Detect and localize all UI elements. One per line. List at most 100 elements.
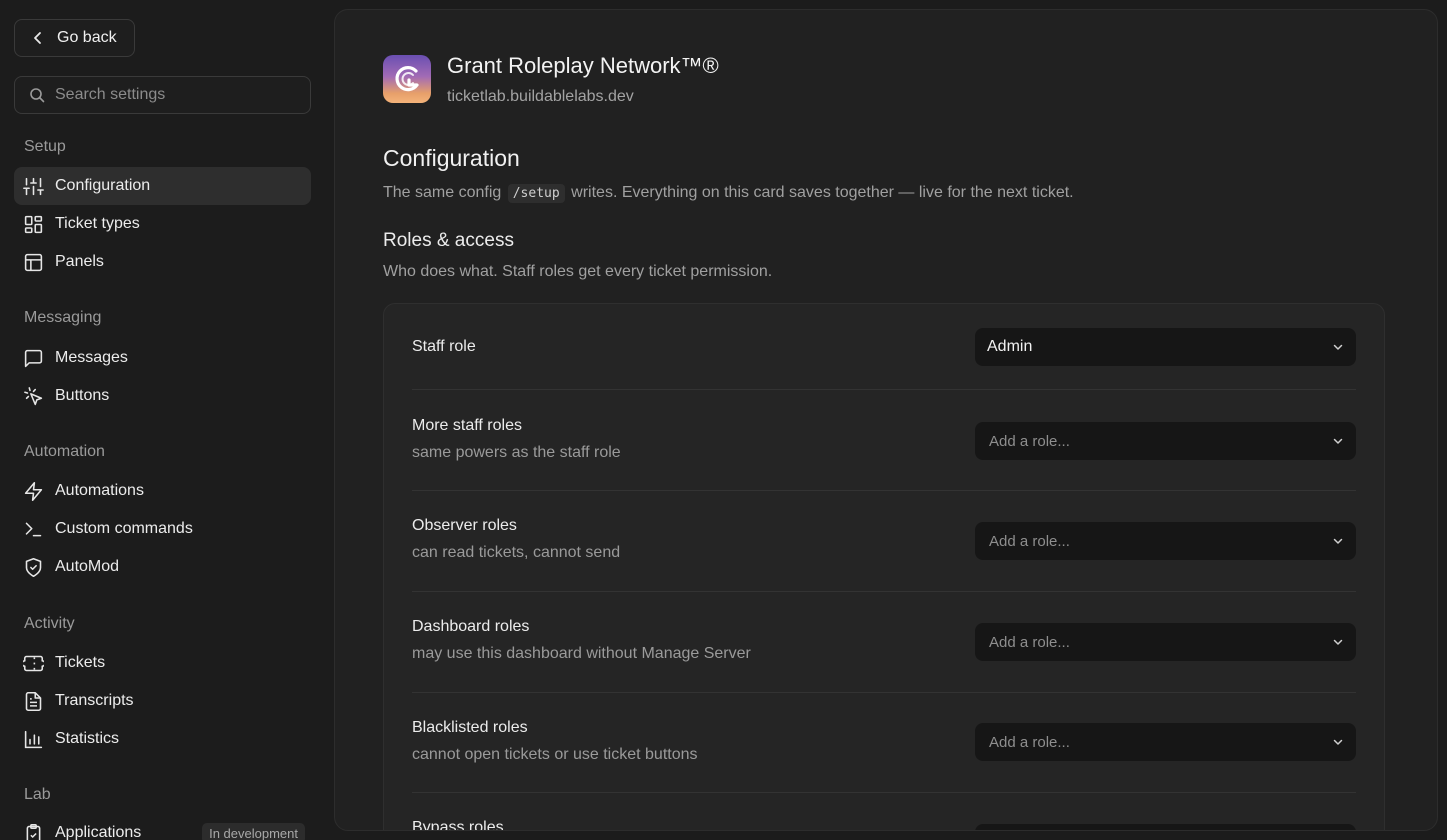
- section-lab: Lab: [24, 786, 51, 803]
- select-placeholder: Add a role...: [989, 633, 1070, 651]
- row-subtitle: cannot open tickets or use ticket button…: [412, 746, 698, 763]
- sidebar: Go back Setup Configuration Ticket types…: [0, 0, 326, 840]
- section-messaging: Messaging: [24, 309, 102, 326]
- divider: [412, 490, 1356, 491]
- sidebar-item-panels[interactable]: Panels: [14, 243, 311, 281]
- desc-text-before: The same config: [383, 184, 502, 201]
- divider: [412, 591, 1356, 592]
- sidebar-item-statistics[interactable]: Statistics: [14, 720, 311, 758]
- blacklisted-roles-select[interactable]: Add a role...: [975, 723, 1356, 761]
- row-title: More staff roles: [412, 417, 522, 434]
- observer-roles-select[interactable]: Add a role...: [975, 522, 1356, 560]
- row-title: Bypass roles: [412, 819, 504, 831]
- sidebar-item-label: Buttons: [55, 387, 110, 404]
- panels-icon: [24, 253, 43, 271]
- sidebar-item-messages[interactable]: Messages: [14, 339, 311, 377]
- row-title: Staff role: [412, 338, 476, 355]
- observer-roles-row: Observer roles can read tickets, cannot …: [412, 517, 1356, 567]
- layout-dashboard-icon: [24, 215, 43, 233]
- sidebar-item-label: Ticket types: [55, 215, 140, 232]
- divider: [412, 389, 1356, 390]
- row-subtitle: can read tickets, cannot send: [412, 544, 621, 561]
- sidebar-item-tickets[interactable]: Tickets: [14, 644, 311, 682]
- app: Go back Setup Configuration Ticket types…: [0, 0, 1447, 840]
- zap-icon: [24, 481, 43, 501]
- chevron-down-icon: [1333, 639, 1343, 645]
- sidebar-item-label: Tickets: [55, 654, 106, 671]
- roles-card: Staff role Admin More staff roles same p…: [383, 303, 1385, 831]
- row-title: Dashboard roles: [412, 618, 530, 635]
- select-placeholder: Add a role...: [989, 532, 1070, 550]
- chevron-left-icon: [34, 32, 41, 44]
- sidebar-item-label: Automations: [55, 482, 144, 499]
- page-title: Configuration: [383, 145, 520, 171]
- server-avatar: [383, 55, 431, 103]
- main-panel: Grant Roleplay Network™® ticketlab.build…: [334, 9, 1438, 831]
- sidebar-item-label: Panels: [55, 253, 104, 270]
- section-setup: Setup: [24, 138, 66, 155]
- sidebar-item-transcripts[interactable]: Transcripts: [14, 682, 311, 720]
- setup-command-code: /setup: [507, 184, 565, 203]
- divider: [412, 692, 1356, 693]
- bar-chart-icon: [24, 730, 43, 748]
- row-subtitle: may use this dashboard without Manage Se…: [412, 645, 751, 662]
- sidebar-item-label: Messages: [55, 349, 128, 366]
- desc-text-after: writes. Everything on this card saves to…: [571, 184, 1074, 201]
- sidebar-item-label: Configuration: [55, 177, 151, 194]
- row-subtitle: same powers as the staff role: [412, 444, 621, 461]
- blacklisted-roles-row: Blacklisted roles cannot open tickets or…: [412, 719, 1356, 769]
- shield-check-icon: [25, 557, 42, 577]
- dashboard-roles-select[interactable]: Add a role...: [975, 623, 1356, 661]
- section-activity: Activity: [24, 615, 75, 632]
- divider: [412, 792, 1356, 793]
- chevron-down-icon: [1333, 344, 1343, 350]
- search-input[interactable]: [55, 86, 295, 104]
- sidebar-item-label: Applications: [55, 824, 142, 840]
- sidebar-item-automations[interactable]: Automations: [14, 472, 311, 510]
- section-automation: Automation: [24, 443, 105, 460]
- sidebar-item-applications[interactable]: Applications In development: [14, 814, 311, 840]
- more-staff-roles-row: More staff roles same powers as the staf…: [412, 417, 1356, 467]
- bypass-roles-row: Bypass roles: [412, 819, 1356, 831]
- page-description: The same config /setup writes. Everythin…: [383, 184, 1074, 203]
- sidebar-item-configuration[interactable]: Configuration: [14, 167, 311, 205]
- clipboard-check-icon: [26, 823, 41, 840]
- go-back-button[interactable]: Go back: [14, 19, 135, 57]
- sidebar-item-label: Statistics: [55, 730, 120, 747]
- sliders-icon: [23, 177, 44, 195]
- server-logo-icon: [395, 66, 419, 92]
- select-placeholder: Add a role...: [989, 733, 1070, 751]
- message-square-icon: [24, 349, 43, 367]
- server-host: ticketlab.buildablelabs.dev: [447, 88, 634, 105]
- bypass-roles-select[interactable]: [975, 824, 1356, 830]
- sidebar-item-label: Custom commands: [55, 520, 193, 537]
- sidebar-item-automod[interactable]: AutoMod: [14, 548, 311, 586]
- select-value: Admin: [987, 338, 1033, 355]
- sidebar-item-ticket-types[interactable]: Ticket types: [14, 205, 311, 243]
- select-placeholder: Add a role...: [989, 432, 1070, 450]
- file-text-icon: [25, 691, 42, 711]
- chevron-down-icon: [1333, 438, 1343, 444]
- staff-role-row: Staff role Admin: [412, 328, 1356, 366]
- terminal-icon: [25, 522, 42, 536]
- sidebar-item-buttons[interactable]: Buttons: [14, 377, 311, 415]
- staff-role-select[interactable]: Admin: [975, 328, 1356, 366]
- roles-description: Who does what. Staff roles get every tic…: [383, 263, 773, 280]
- search-box[interactable]: [14, 76, 311, 114]
- chevron-down-icon: [1333, 538, 1343, 544]
- sidebar-item-custom-commands[interactable]: Custom commands: [14, 510, 311, 548]
- search-icon: [30, 88, 45, 103]
- go-back-label: Go back: [57, 29, 117, 46]
- row-title: Observer roles: [412, 517, 517, 534]
- chevron-down-icon: [1333, 739, 1343, 745]
- sidebar-item-label: Transcripts: [55, 692, 134, 709]
- sidebar-item-label: AutoMod: [55, 558, 120, 575]
- more-staff-roles-select[interactable]: Add a role...: [975, 422, 1356, 460]
- dashboard-roles-row: Dashboard roles may use this dashboard w…: [412, 618, 1356, 668]
- pointer-click-icon: [24, 386, 43, 405]
- server-name: Grant Roleplay Network™®: [447, 53, 719, 78]
- roles-heading: Roles & access: [383, 230, 514, 251]
- row-title: Blacklisted roles: [412, 719, 528, 736]
- in-development-badge: In development: [202, 822, 305, 840]
- ticket-icon: [23, 655, 44, 671]
